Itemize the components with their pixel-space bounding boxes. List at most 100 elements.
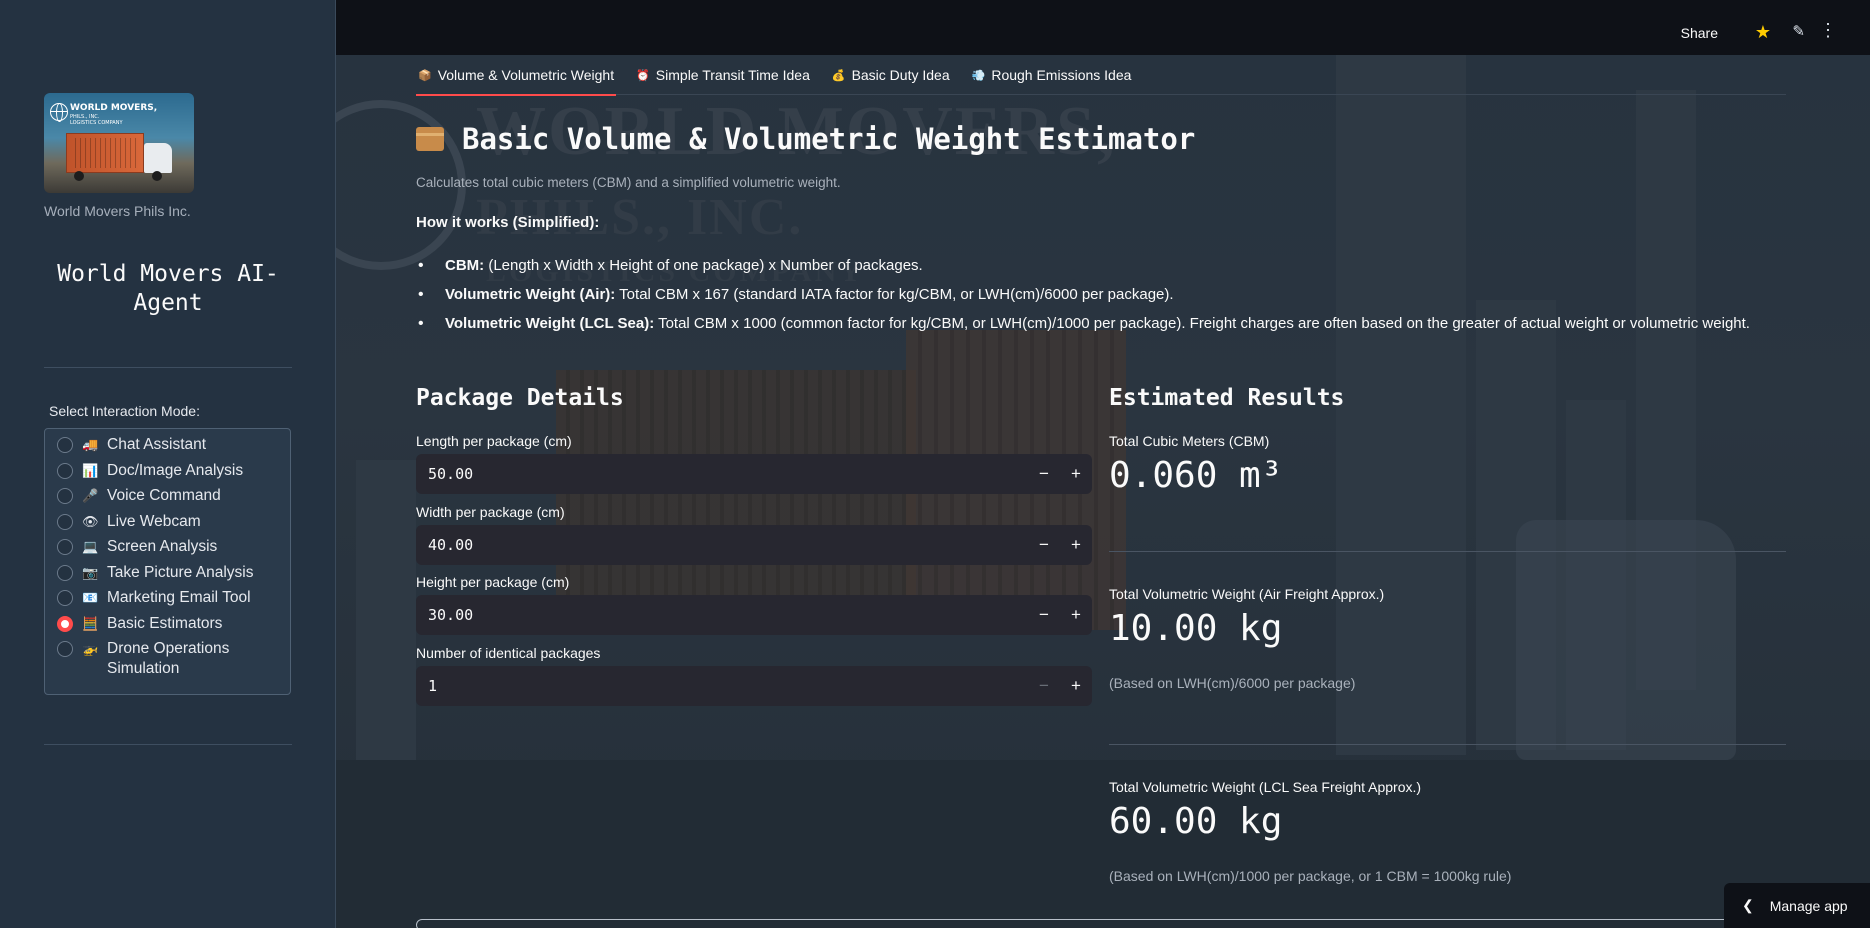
share-button[interactable]: Share bbox=[1681, 25, 1718, 41]
mode-label: Take Picture Analysis bbox=[107, 563, 254, 581]
sea-weight-note: (Based on LWH(cm)/1000 per package, or 1… bbox=[1109, 868, 1512, 884]
mode-icon: 🚚 bbox=[82, 437, 99, 452]
tab-icon: ⏰ bbox=[636, 69, 650, 82]
sea-weight-value: 60.00 kg bbox=[1109, 801, 1283, 842]
mode-label: Screen Analysis bbox=[107, 538, 218, 555]
tab-bar: 📦 Volume & Volumetric Weight ⏰ Simple Trans… bbox=[416, 55, 1786, 96]
radio-button[interactable] bbox=[57, 462, 73, 479]
package-icon bbox=[416, 127, 444, 151]
decrement-button[interactable]: − bbox=[1028, 605, 1060, 625]
mode-radio-group: 🚚 Chat Assistant 📊 Doc/Image Analysis 🎤 Voice… bbox=[44, 428, 291, 695]
main-area: WORLD MOVERS, PHILS., INC. LOGISTICS COM… bbox=[336, 0, 1870, 928]
tab-label: Volume & Volumetric Weight bbox=[437, 67, 615, 83]
how-it-works-item: CBM: (Length x Width x Height of one pac… bbox=[416, 253, 1786, 279]
package-count-input[interactable]: 1− + bbox=[416, 666, 1092, 706]
mode-label: Chat Assistant bbox=[107, 436, 207, 453]
cbm-value: 0.060 m³ bbox=[1109, 455, 1283, 496]
mode-icon: 🎤 bbox=[82, 488, 99, 503]
mode-icon: 📷 bbox=[82, 564, 99, 580]
logo-subtext: PHILS., INC. LOGISTICS COMPANY bbox=[70, 114, 123, 126]
height-label: Height per package (cm) bbox=[416, 574, 570, 590]
radio-button[interactable] bbox=[57, 564, 73, 581]
tab-icon: 💨 bbox=[971, 69, 986, 82]
wheel-image bbox=[152, 171, 162, 181]
increment-button[interactable]: + bbox=[1060, 464, 1092, 484]
radio-button[interactable] bbox=[57, 488, 73, 504]
manage-app-button[interactable]: ❮ Manage app bbox=[1724, 883, 1870, 928]
tab-icon: 📦 bbox=[418, 69, 432, 82]
increment-button[interactable]: + bbox=[1060, 535, 1092, 555]
next-element-edge bbox=[416, 919, 1786, 928]
air-weight-label: Total Volumetric Weight (Air Freight App… bbox=[1109, 586, 1385, 602]
how-it-works-heading: How it works (Simplified): bbox=[416, 214, 600, 231]
mode-option-marketing-email-tool[interactable]: 📧 Marketing Email Tool bbox=[45, 588, 290, 614]
shipping-container-image bbox=[66, 133, 144, 173]
results-divider bbox=[1109, 551, 1786, 552]
package-count-label: Number of identical packages bbox=[416, 645, 601, 661]
radio-button[interactable] bbox=[57, 437, 73, 453]
more-menu-icon[interactable]: ⋮ bbox=[1819, 20, 1837, 41]
height-value[interactable]: 30.00 bbox=[416, 606, 1028, 624]
increment-button[interactable]: + bbox=[1060, 676, 1092, 696]
tab-label: Rough Emissions Idea bbox=[991, 67, 1132, 83]
page-subtitle: Calculates total cubic meters (CBM) and … bbox=[416, 175, 841, 190]
sea-weight-label: Total Volumetric Weight (LCL Sea Freight… bbox=[1109, 779, 1422, 795]
radio-button[interactable] bbox=[57, 513, 73, 530]
sidebar-divider bbox=[44, 744, 292, 745]
package-count-value[interactable]: 1 bbox=[416, 677, 1028, 695]
wheel-image bbox=[74, 171, 84, 181]
mode-option-screen-analysis[interactable]: 💻 Screen Analysis bbox=[45, 537, 290, 563]
radio-button[interactable] bbox=[57, 641, 73, 657]
chevron-left-icon: ❮ bbox=[1742, 897, 1754, 913]
radio-button[interactable] bbox=[57, 590, 73, 606]
increment-button[interactable]: + bbox=[1060, 605, 1092, 625]
edit-pencil-icon[interactable]: ✎ bbox=[1792, 22, 1805, 40]
radio-button[interactable] bbox=[57, 615, 73, 632]
company-logo: WORLD MOVERS, PHILS., INC. LOGISTICS COM… bbox=[44, 93, 194, 193]
truck-cab-image bbox=[144, 143, 172, 173]
radio-button[interactable] bbox=[57, 539, 73, 555]
estimated-results-heading: Estimated Results bbox=[1109, 385, 1345, 411]
mode-option-doc-image-analysis[interactable]: 📊 Doc/Image Analysis bbox=[45, 461, 290, 487]
mode-option-take-picture-analysis[interactable]: 📷 Take Picture Analysis bbox=[45, 563, 290, 589]
mode-option-chat-assistant[interactable]: 🚚 Chat Assistant bbox=[45, 435, 290, 461]
mode-label: Basic Estimators bbox=[107, 614, 223, 632]
mode-select-label: Select Interaction Mode: bbox=[49, 403, 200, 419]
mode-option-drone-operations-simulation[interactable]: 🚁 Drone Operations Simulation bbox=[45, 639, 290, 679]
height-input[interactable]: 30.00− + bbox=[416, 595, 1092, 635]
mode-option-live-webcam[interactable]: 👁 Live Webcam bbox=[45, 512, 290, 538]
decrement-button[interactable]: − bbox=[1028, 676, 1060, 696]
width-input[interactable]: 40.00− + bbox=[416, 525, 1092, 565]
tab-label: Simple Transit Time Idea bbox=[655, 67, 810, 83]
top-toolbar: Share ★ ✎ ⋮ bbox=[336, 0, 1870, 55]
results-divider bbox=[1109, 744, 1786, 745]
sidebar-title: World Movers AI-Agent bbox=[57, 261, 279, 316]
star-icon[interactable]: ★ bbox=[1755, 22, 1771, 43]
air-weight-value: 10.00 kg bbox=[1109, 608, 1283, 649]
logo-text: WORLD MOVERS, bbox=[70, 103, 158, 113]
page-title: Basic Volume & Volumetric Weight Estimat… bbox=[416, 122, 1195, 156]
tab-basic-duty-idea[interactable]: 💰 Basic Duty Idea bbox=[830, 55, 952, 95]
mode-option-basic-estimators[interactable]: 🧮 Basic Estimators bbox=[45, 614, 290, 640]
package-details-heading: Package Details bbox=[416, 385, 624, 411]
mode-icon: 💻 bbox=[82, 539, 99, 554]
decrement-button[interactable]: − bbox=[1028, 535, 1060, 555]
tab-volume-volumetric-weight[interactable]: 📦 Volume & Volumetric Weight bbox=[416, 55, 617, 96]
decrement-button[interactable]: − bbox=[1028, 464, 1060, 484]
width-value[interactable]: 40.00 bbox=[416, 536, 1028, 554]
tab-simple-transit-time-idea[interactable]: ⏰ Simple Transit Time Idea bbox=[634, 55, 812, 95]
how-it-works-list: CBM: (Length x Width x Height of one pac… bbox=[416, 253, 1786, 340]
mode-label: Voice Command bbox=[107, 487, 221, 504]
mode-label: Doc/Image Analysis bbox=[107, 461, 244, 479]
mode-option-voice-command[interactable]: 🎤 Voice Command bbox=[45, 486, 290, 512]
tab-rough-emissions-idea[interactable]: 💨 Rough Emissions Idea bbox=[970, 55, 1134, 95]
cbm-label: Total Cubic Meters (CBM) bbox=[1109, 433, 1270, 449]
mode-icon: 🧮 bbox=[82, 615, 99, 631]
mode-icon: 👁 bbox=[82, 513, 99, 529]
tab-label: Basic Duty Idea bbox=[851, 67, 950, 83]
length-input[interactable]: 50.00− + bbox=[416, 454, 1092, 494]
length-value[interactable]: 50.00 bbox=[416, 465, 1028, 483]
sidebar-divider bbox=[44, 367, 292, 368]
how-it-works-item: Volumetric Weight (Air): Total CBM x 167… bbox=[416, 282, 1786, 308]
length-label: Length per package (cm) bbox=[416, 433, 572, 449]
